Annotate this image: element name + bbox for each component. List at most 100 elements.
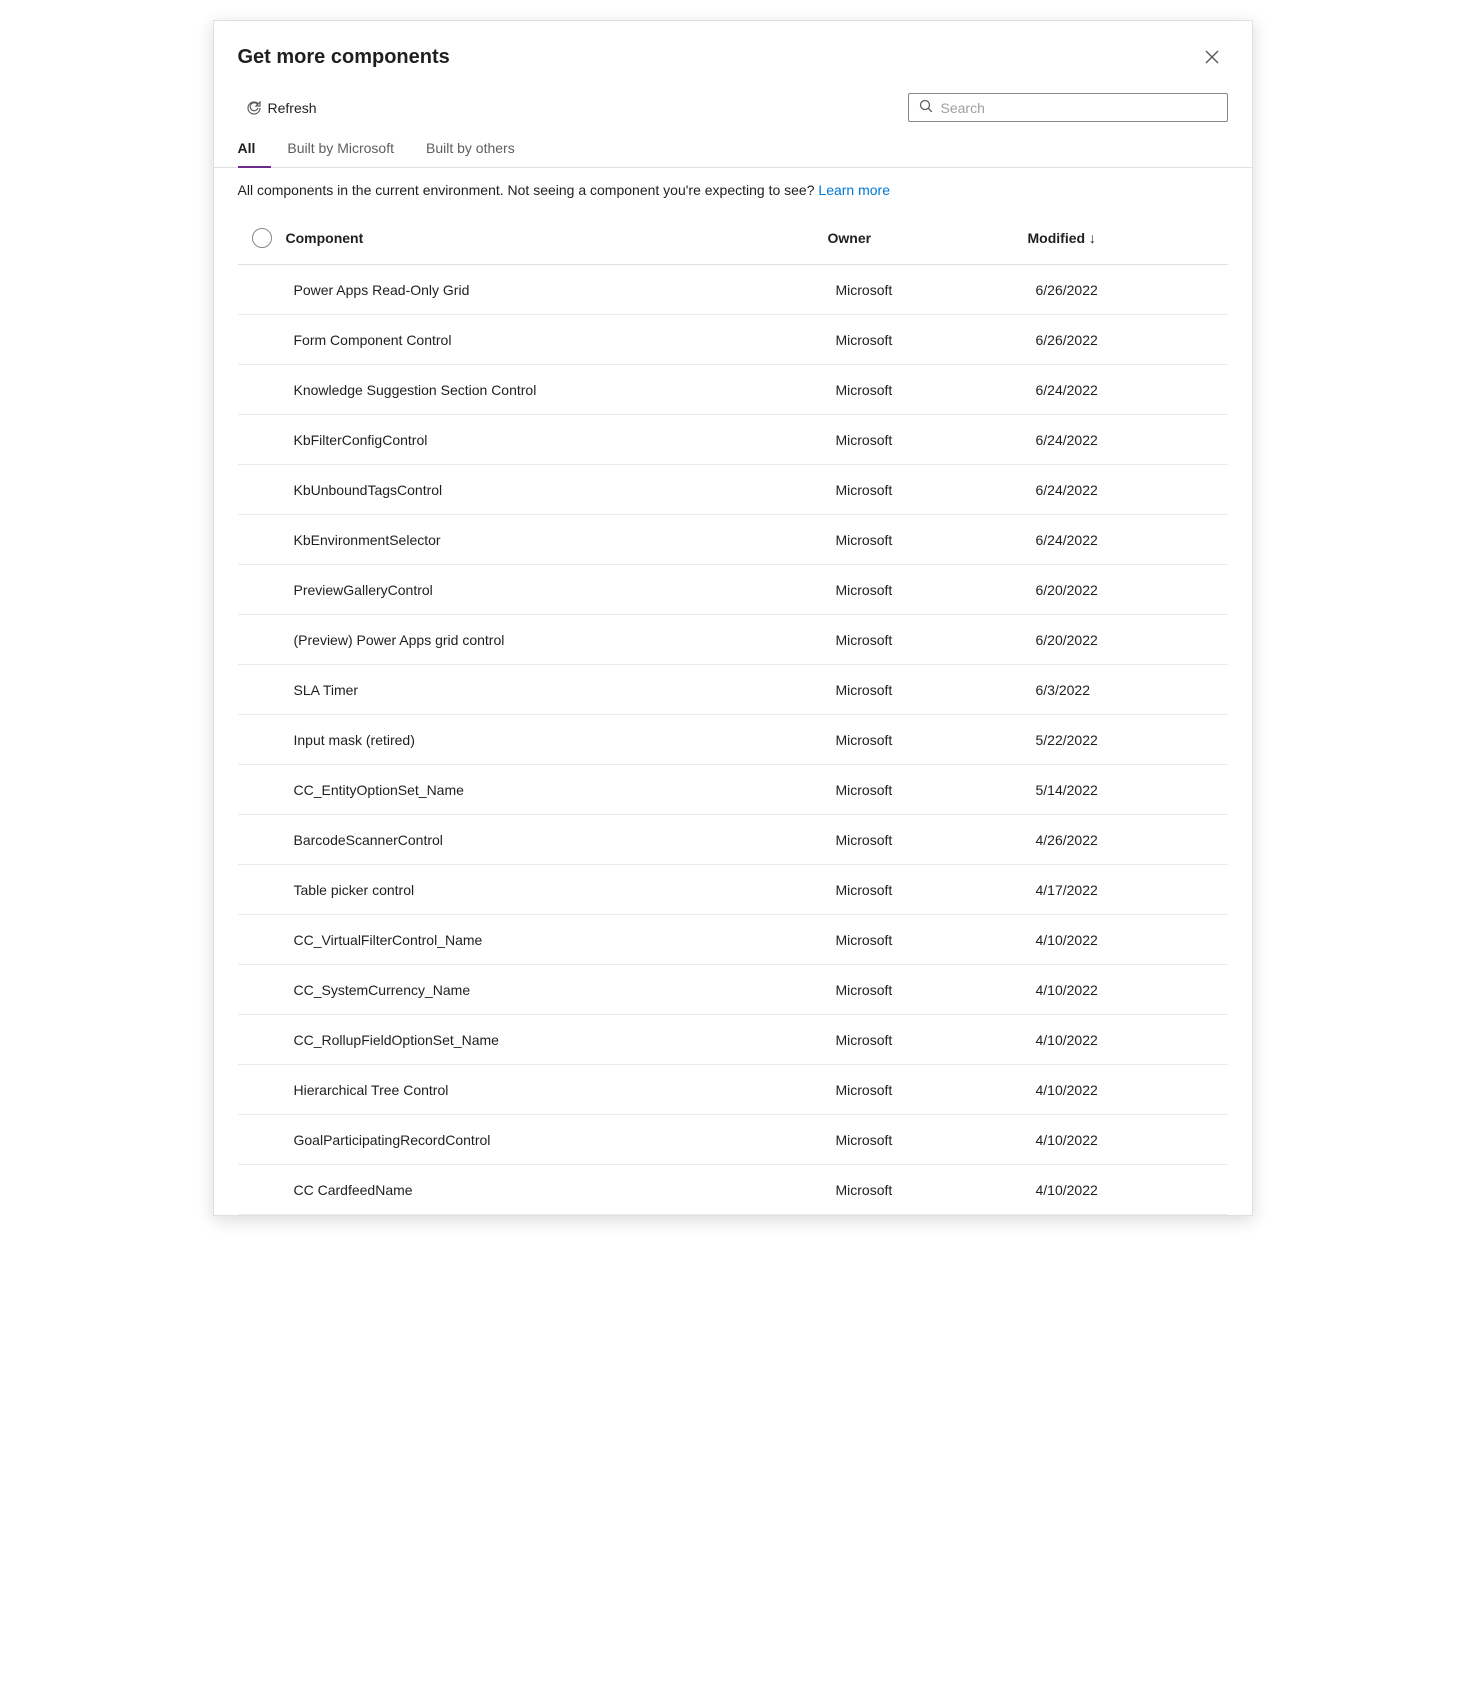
- close-icon: [1204, 49, 1220, 65]
- table-row[interactable]: SLA Timer Microsoft 6/3/2022: [238, 665, 1228, 715]
- info-bar: All components in the current environmen…: [214, 168, 1252, 212]
- tabs-container: All Built by Microsoft Built by others: [214, 130, 1252, 168]
- cell-modified: 4/10/2022: [1028, 1020, 1228, 1060]
- row-checkbox-cell: [238, 318, 286, 362]
- row-checkbox-cell: [238, 1018, 286, 1062]
- cell-owner: Microsoft: [828, 1070, 1028, 1110]
- cell-owner: Microsoft: [828, 920, 1028, 960]
- cell-owner: Microsoft: [828, 270, 1028, 310]
- table-row[interactable]: Form Component Control Microsoft 6/26/20…: [238, 315, 1228, 365]
- row-checkbox-cell: [238, 718, 286, 762]
- table-row[interactable]: CC_RollupFieldOptionSet_Name Microsoft 4…: [238, 1015, 1228, 1065]
- cell-modified: 4/26/2022: [1028, 820, 1228, 860]
- cell-component: Hierarchical Tree Control: [286, 1070, 828, 1110]
- cell-owner: Microsoft: [828, 1170, 1028, 1210]
- tab-built-by-others[interactable]: Built by others: [410, 130, 531, 168]
- cell-owner: Microsoft: [828, 570, 1028, 610]
- row-checkbox-cell: [238, 918, 286, 962]
- table-row[interactable]: GoalParticipatingRecordControl Microsoft…: [238, 1115, 1228, 1165]
- refresh-icon: [246, 100, 262, 116]
- cell-modified: 6/20/2022: [1028, 620, 1228, 660]
- header-component: Component: [286, 222, 828, 254]
- cell-modified: 6/24/2022: [1028, 420, 1228, 460]
- table-row[interactable]: Power Apps Read-Only Grid Microsoft 6/26…: [238, 265, 1228, 315]
- row-checkbox-cell: [238, 668, 286, 712]
- cell-modified: 6/26/2022: [1028, 270, 1228, 310]
- table-rows: Power Apps Read-Only Grid Microsoft 6/26…: [238, 265, 1228, 1215]
- search-input[interactable]: [941, 100, 1217, 116]
- table-row[interactable]: Table picker control Microsoft 4/17/2022: [238, 865, 1228, 915]
- learn-more-link[interactable]: Learn more: [818, 182, 890, 198]
- cell-modified: 6/24/2022: [1028, 470, 1228, 510]
- cell-owner: Microsoft: [828, 770, 1028, 810]
- search-container: [908, 93, 1228, 122]
- cell-owner: Microsoft: [828, 420, 1028, 460]
- cell-component: KbUnboundTagsControl: [286, 470, 828, 510]
- cell-component: CC_RollupFieldOptionSet_Name: [286, 1020, 828, 1060]
- cell-modified: 6/20/2022: [1028, 570, 1228, 610]
- table-row[interactable]: Hierarchical Tree Control Microsoft 4/10…: [238, 1065, 1228, 1115]
- cell-component: Power Apps Read-Only Grid: [286, 270, 828, 310]
- row-checkbox-cell: [238, 468, 286, 512]
- cell-owner: Microsoft: [828, 870, 1028, 910]
- row-checkbox-cell: [238, 618, 286, 662]
- row-checkbox-cell: [238, 1118, 286, 1162]
- table-row[interactable]: CC_VirtualFilterControl_Name Microsoft 4…: [238, 915, 1228, 965]
- cell-component: Knowledge Suggestion Section Control: [286, 370, 828, 410]
- table-row[interactable]: BarcodeScannerControl Microsoft 4/26/202…: [238, 815, 1228, 865]
- cell-owner: Microsoft: [828, 1020, 1028, 1060]
- header-owner: Owner: [828, 222, 1028, 254]
- table-header: Component Owner Modified ↓: [238, 212, 1228, 265]
- cell-modified: 4/10/2022: [1028, 920, 1228, 960]
- tab-built-by-microsoft[interactable]: Built by Microsoft: [271, 130, 410, 168]
- row-checkbox-cell: [238, 568, 286, 612]
- tab-all[interactable]: All: [238, 130, 272, 168]
- get-more-components-dialog: Get more components Refresh All: [213, 20, 1253, 1216]
- cell-owner: Microsoft: [828, 520, 1028, 560]
- close-button[interactable]: [1196, 41, 1228, 73]
- cell-owner: Microsoft: [828, 720, 1028, 760]
- cell-modified: 4/10/2022: [1028, 1170, 1228, 1210]
- cell-modified: 5/14/2022: [1028, 770, 1228, 810]
- cell-owner: Microsoft: [828, 370, 1028, 410]
- cell-component: BarcodeScannerControl: [286, 820, 828, 860]
- table-row[interactable]: Knowledge Suggestion Section Control Mic…: [238, 365, 1228, 415]
- cell-modified: 6/26/2022: [1028, 320, 1228, 360]
- table-row[interactable]: Input mask (retired) Microsoft 5/22/2022: [238, 715, 1228, 765]
- table-row[interactable]: PreviewGalleryControl Microsoft 6/20/202…: [238, 565, 1228, 615]
- cell-owner: Microsoft: [828, 820, 1028, 860]
- cell-modified: 4/17/2022: [1028, 870, 1228, 910]
- cell-component: CC_SystemCurrency_Name: [286, 970, 828, 1010]
- cell-component: KbEnvironmentSelector: [286, 520, 828, 560]
- cell-owner: Microsoft: [828, 620, 1028, 660]
- cell-modified: 6/24/2022: [1028, 370, 1228, 410]
- select-all-checkbox[interactable]: [252, 228, 272, 248]
- table-row[interactable]: KbEnvironmentSelector Microsoft 6/24/202…: [238, 515, 1228, 565]
- cell-owner: Microsoft: [828, 470, 1028, 510]
- table-row[interactable]: CC CardfeedName Microsoft 4/10/2022: [238, 1165, 1228, 1215]
- cell-component: GoalParticipatingRecordControl: [286, 1120, 828, 1160]
- cell-modified: 6/24/2022: [1028, 520, 1228, 560]
- cell-component: CC_EntityOptionSet_Name: [286, 770, 828, 810]
- refresh-button[interactable]: Refresh: [238, 94, 325, 122]
- cell-component: Table picker control: [286, 870, 828, 910]
- cell-component: CC CardfeedName: [286, 1170, 828, 1210]
- search-icon: [919, 99, 933, 116]
- table-row[interactable]: KbUnboundTagsControl Microsoft 6/24/2022: [238, 465, 1228, 515]
- row-checkbox-cell: [238, 268, 286, 312]
- dialog-title: Get more components: [238, 46, 450, 69]
- table-row[interactable]: CC_SystemCurrency_Name Microsoft 4/10/20…: [238, 965, 1228, 1015]
- cell-component: CC_VirtualFilterControl_Name: [286, 920, 828, 960]
- cell-modified: 6/3/2022: [1028, 670, 1228, 710]
- table-row[interactable]: CC_EntityOptionSet_Name Microsoft 5/14/2…: [238, 765, 1228, 815]
- cell-owner: Microsoft: [828, 1120, 1028, 1160]
- header-modified[interactable]: Modified ↓: [1028, 222, 1228, 254]
- header-select: [238, 220, 286, 256]
- row-checkbox-cell: [238, 868, 286, 912]
- table-row[interactable]: KbFilterConfigControl Microsoft 6/24/202…: [238, 415, 1228, 465]
- cell-component: (Preview) Power Apps grid control: [286, 620, 828, 660]
- info-text: All components in the current environmen…: [238, 182, 815, 198]
- table-row[interactable]: (Preview) Power Apps grid control Micros…: [238, 615, 1228, 665]
- cell-component: Form Component Control: [286, 320, 828, 360]
- cell-component: KbFilterConfigControl: [286, 420, 828, 460]
